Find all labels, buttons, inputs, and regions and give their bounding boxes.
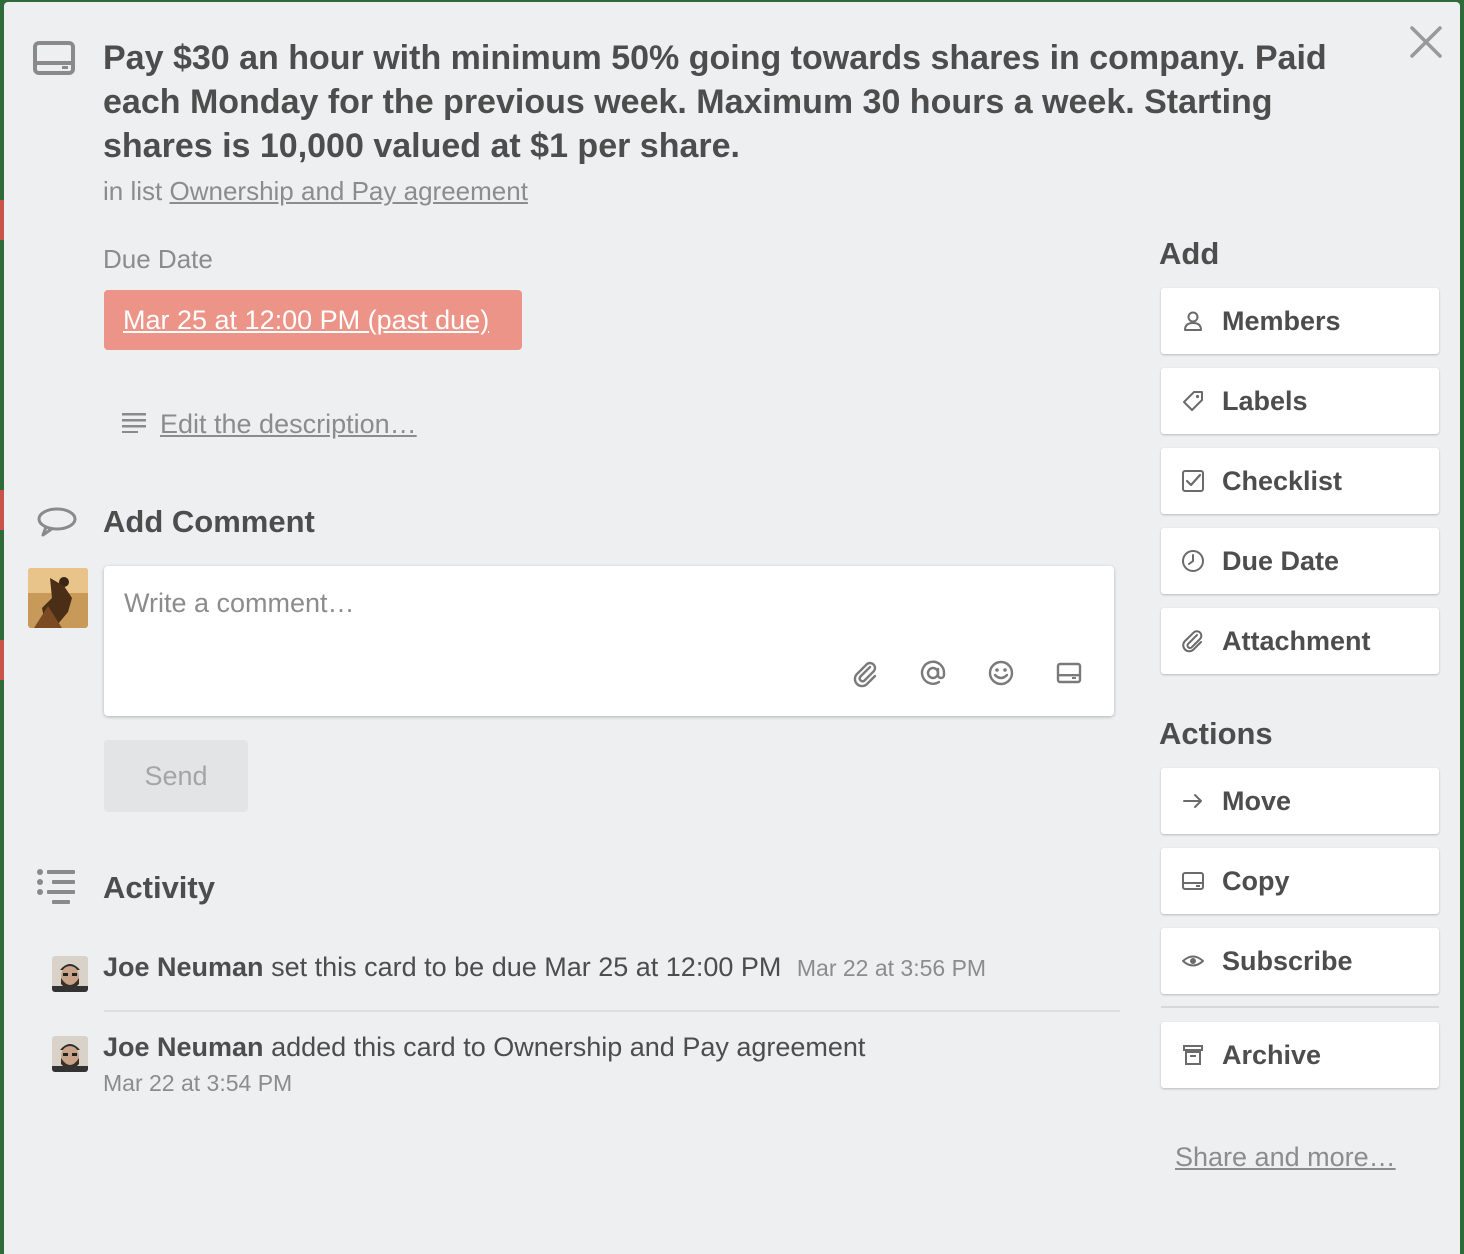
- share-and-more-link[interactable]: Share and more…: [1175, 1142, 1396, 1173]
- due-date-badge[interactable]: Mar 25 at 12:00 PM (past due): [104, 290, 522, 350]
- activity-timestamp[interactable]: Mar 22 at 3:56 PM: [797, 955, 986, 981]
- activity-text: added this card to Ownership and Pay agr…: [271, 1032, 866, 1062]
- members-label: Members: [1222, 305, 1341, 336]
- archive-button[interactable]: Archive: [1161, 1022, 1439, 1088]
- paperclip-icon: [1181, 629, 1205, 653]
- members-button[interactable]: Members: [1161, 288, 1439, 354]
- subscribe-label: Subscribe: [1222, 945, 1353, 976]
- sidebar-divider: [1161, 1006, 1439, 1008]
- due-date-button-label: Due Date: [1222, 545, 1340, 576]
- labels-label: Labels: [1222, 385, 1308, 416]
- clock-icon: [1181, 549, 1205, 573]
- add-comment-heading: Add Comment: [103, 504, 315, 539]
- tag-icon: [1181, 389, 1205, 413]
- activity-user[interactable]: Joe Neuman: [103, 1032, 264, 1062]
- edit-description-label: Edit the description…: [160, 408, 417, 439]
- due-date-button[interactable]: Due Date: [1161, 528, 1439, 594]
- list-link[interactable]: Ownership and Pay agreement: [169, 176, 527, 206]
- sidebar-actions-title: Actions: [1159, 716, 1273, 751]
- archive-icon: [1181, 1043, 1205, 1067]
- copy-button[interactable]: Copy: [1161, 848, 1439, 914]
- arrow-right-icon: [1181, 789, 1205, 813]
- activity-timestamp[interactable]: Mar 22 at 3:54 PM: [103, 1070, 292, 1097]
- card-icon[interactable]: [1054, 658, 1084, 688]
- activity-heading: Activity: [103, 870, 215, 905]
- attachment-button[interactable]: Attachment: [1161, 608, 1439, 674]
- checklist-button[interactable]: Checklist: [1161, 448, 1439, 514]
- card-title[interactable]: Pay $30 an hour with minimum 50% going t…: [103, 36, 1333, 168]
- card-icon: [1181, 869, 1205, 893]
- avatar[interactable]: [52, 1036, 88, 1072]
- move-label: Move: [1222, 785, 1292, 816]
- description-icon: [122, 411, 148, 438]
- attachment-label: Attachment: [1222, 625, 1371, 656]
- comment-icon: [36, 506, 78, 543]
- list-prefix: in list: [103, 176, 163, 206]
- comment-input[interactable]: Write a comment…: [104, 566, 1114, 716]
- attachment-icon[interactable]: [850, 658, 880, 688]
- edit-description-link[interactable]: Edit the description…: [122, 404, 417, 444]
- eye-icon: [1181, 949, 1205, 973]
- card-detail-modal: Pay $30 an hour with minimum 50% going t…: [4, 2, 1460, 1254]
- archive-label: Archive: [1222, 1039, 1322, 1070]
- checklist-icon: [1181, 469, 1205, 493]
- checklist-label: Checklist: [1222, 465, 1343, 496]
- activity-text: set this card to be due Mar 25 at 12:00 …: [271, 952, 782, 982]
- subscribe-button[interactable]: Subscribe: [1161, 928, 1439, 994]
- activity-user[interactable]: Joe Neuman: [103, 952, 264, 982]
- card-list-info: in list Ownership and Pay agreement: [103, 176, 528, 207]
- avatar[interactable]: [28, 568, 88, 628]
- labels-button[interactable]: Labels: [1161, 368, 1439, 434]
- send-button[interactable]: Send: [104, 740, 248, 812]
- copy-label: Copy: [1222, 865, 1290, 896]
- move-button[interactable]: Move: [1161, 768, 1439, 834]
- sidebar-add-title: Add: [1159, 236, 1220, 271]
- comment-placeholder: Write a comment…: [124, 588, 355, 618]
- emoji-icon[interactable]: [986, 658, 1016, 688]
- close-icon[interactable]: [1406, 22, 1446, 62]
- card-icon: [32, 40, 76, 76]
- mention-icon[interactable]: [918, 658, 948, 688]
- due-date-label: Due Date: [103, 244, 213, 274]
- avatar[interactable]: [52, 956, 88, 992]
- activity-divider: [104, 1010, 1120, 1012]
- person-icon: [1181, 309, 1205, 333]
- activity-icon: [36, 868, 78, 909]
